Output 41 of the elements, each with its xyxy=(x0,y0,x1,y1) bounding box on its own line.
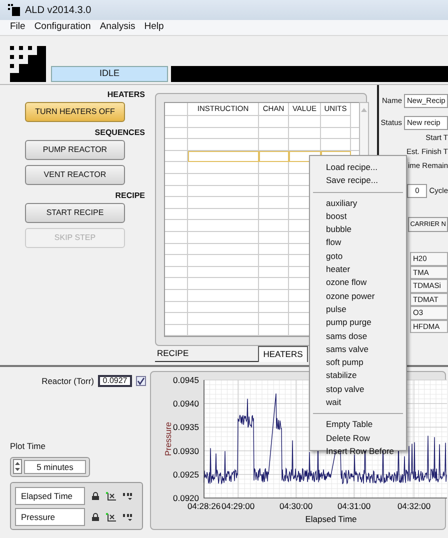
plot-time-field[interactable]: 5 minutes xyxy=(24,460,86,474)
y-tick-label: 0.0940 xyxy=(173,398,199,409)
menu-item[interactable]: Configuration xyxy=(34,20,91,35)
y-tick-label: 0.0945 xyxy=(173,375,199,385)
status-indicator: IDLE xyxy=(51,66,168,82)
action-button[interactable]: START RECIPE xyxy=(25,203,125,223)
x-tick-label: 04:30:00 xyxy=(279,501,313,511)
menu-item[interactable]: wait xyxy=(310,396,406,410)
reactor-field: 0.0927 xyxy=(98,375,132,388)
legend-field[interactable]: Pressure xyxy=(15,508,85,526)
field-label: Reactor (Torr) xyxy=(42,375,94,388)
x-tick-label: 04:29:00 xyxy=(221,501,255,511)
menu-item[interactable]: Delete Row xyxy=(310,432,406,445)
action-button[interactable]: VENT REACTOR xyxy=(25,165,125,185)
action-button[interactable]: TURN HEATERS OFF xyxy=(25,102,125,122)
section-heading: SEQUENCES xyxy=(94,127,145,138)
y-tick-label: 0.0920 xyxy=(173,493,199,503)
menu-item[interactable]: soft pump xyxy=(310,356,406,370)
x-axis-title: Elapsed Time xyxy=(305,514,357,524)
menu-item[interactable]: sams valve xyxy=(310,342,406,356)
x-tick-label: 04:32:00 xyxy=(397,501,431,511)
menu-item[interactable]: stabilize xyxy=(310,369,406,383)
y-axis-title: Pressure xyxy=(163,422,173,456)
y-tick-label: 0.0930 xyxy=(173,446,199,456)
menu-item[interactable]: Insert Row Before xyxy=(310,444,406,458)
window-title: ALD v2014.3.0 xyxy=(25,4,92,18)
y-tick-label: 0.0935 xyxy=(173,422,199,432)
menu-item[interactable]: Help xyxy=(144,20,164,35)
action-button[interactable]: PUMP REACTOR xyxy=(25,140,125,160)
legend-field[interactable]: Elapsed Time xyxy=(15,487,85,505)
menu-item[interactable]: Empty Table xyxy=(310,418,406,432)
x-tick-label: 04:28:26 xyxy=(187,501,221,511)
y-tick-label: 0.0925 xyxy=(173,469,199,480)
menu-item[interactable]: stop valve xyxy=(310,382,406,396)
section-heading: HEATERS xyxy=(106,89,145,100)
menu-item[interactable]: File xyxy=(10,20,26,35)
section-heading: RECIPE xyxy=(114,190,145,201)
menu-item[interactable]: Analysis xyxy=(100,20,136,35)
tab[interactable]: HEATERS xyxy=(258,346,308,362)
field-label: Plot Time xyxy=(10,440,46,452)
x-tick-label: 04:31:00 xyxy=(337,501,371,511)
